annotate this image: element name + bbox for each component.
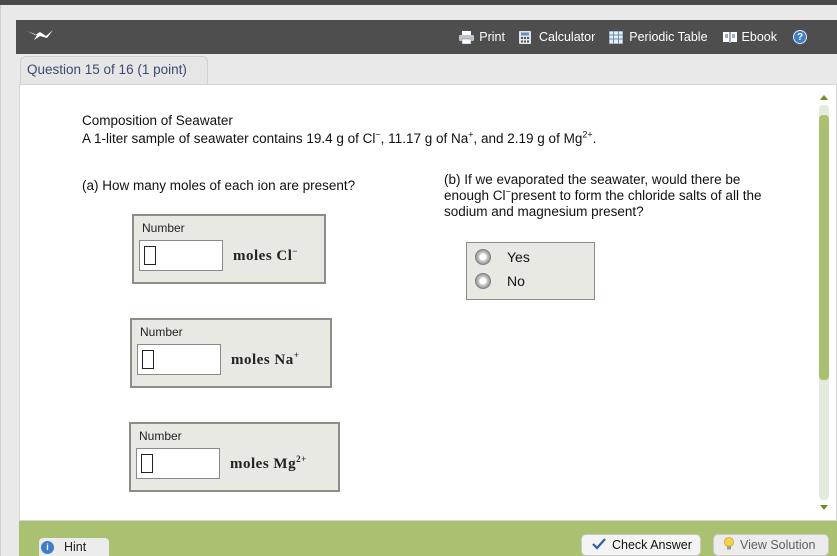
statement-prefix: A 1-liter sample of seawater contains 19… bbox=[82, 131, 376, 146]
hint-label: Hint bbox=[64, 540, 87, 554]
sodium-unit-charge: + bbox=[293, 350, 300, 360]
periodic-table-label: Periodic Table bbox=[629, 30, 708, 44]
view-solution-label: View Solution bbox=[740, 538, 816, 552]
scroll-up-arrow-icon[interactable] bbox=[820, 95, 828, 100]
check-answer-label: Check Answer bbox=[612, 538, 692, 552]
sodium-unit: moles Na+ bbox=[231, 350, 300, 369]
periodic-table-button[interactable]: Periodic Table bbox=[608, 30, 708, 44]
statement-mid-1: , 11.17 g of Na bbox=[380, 131, 469, 146]
chloride-unit-text: moles Cl bbox=[233, 248, 293, 264]
ebook-button[interactable]: Ebook bbox=[722, 30, 777, 44]
radio-button[interactable] bbox=[475, 273, 491, 289]
help-glyph: ? bbox=[796, 31, 804, 43]
magnesium-unit-charge: 2+ bbox=[296, 454, 307, 464]
book-icon bbox=[722, 31, 737, 44]
printer-icon bbox=[459, 30, 475, 44]
check-answer-button[interactable]: Check Answer bbox=[581, 534, 701, 556]
magnesium-answer-box: Number moles Mg2+ bbox=[129, 422, 340, 492]
part-a-prompt: (a) How many moles of each ion are prese… bbox=[82, 178, 356, 193]
number-label: Number bbox=[142, 221, 185, 235]
choice-yes[interactable]: Yes bbox=[475, 249, 530, 265]
input-cursor-marker bbox=[144, 246, 156, 265]
bottom-action-bar: i Hint Check Answer View Solution bbox=[19, 521, 837, 556]
question-tab-label: Question 15 of 16 (1 point) bbox=[27, 62, 187, 77]
calculator-button[interactable]: Calculator bbox=[518, 30, 596, 44]
choice-yes-label: Yes bbox=[507, 249, 530, 265]
question-statement: A 1-liter sample of seawater contains 19… bbox=[82, 129, 597, 146]
question-title: Composition of Seawater bbox=[82, 113, 233, 128]
scroll-down-arrow-icon[interactable] bbox=[820, 505, 828, 510]
chloride-answer-box: Number moles Cl− bbox=[132, 214, 326, 284]
mg-charge: 2+ bbox=[582, 129, 593, 140]
view-solution-button[interactable]: View Solution bbox=[713, 534, 829, 556]
number-label: Number bbox=[140, 325, 183, 339]
scroll-thumb[interactable] bbox=[819, 115, 829, 380]
help-icon[interactable]: ? bbox=[793, 30, 807, 44]
print-button[interactable]: Print bbox=[459, 30, 505, 44]
chloride-unit-charge: − bbox=[292, 246, 299, 256]
hint-button[interactable]: i Hint bbox=[39, 538, 109, 556]
lightbulb-icon bbox=[723, 536, 735, 554]
info-icon: i bbox=[41, 540, 54, 554]
question-panel: Composition of Seawater A 1-liter sample… bbox=[19, 84, 837, 521]
sodium-answer-box: Number moles Na+ bbox=[130, 318, 332, 388]
input-cursor-marker bbox=[141, 454, 153, 473]
part-b-prompt: (b) If we evaporated the seawater, would… bbox=[444, 172, 779, 220]
choice-no-label: No bbox=[507, 273, 525, 289]
periodic-table-icon bbox=[608, 30, 624, 44]
number-label: Number bbox=[139, 429, 182, 443]
magnesium-unit-text: moles Mg bbox=[230, 456, 297, 472]
chloride-unit: moles Cl− bbox=[233, 246, 299, 265]
calculator-icon bbox=[518, 30, 534, 44]
choice-no[interactable]: No bbox=[475, 273, 525, 289]
calculator-label: Calculator bbox=[538, 30, 596, 44]
hint-glyph: i bbox=[46, 542, 49, 552]
input-cursor-marker bbox=[142, 350, 154, 369]
vertical-scrollbar[interactable] bbox=[818, 95, 830, 510]
top-toolbar: Print Calculator Periodic Table Ebook ? bbox=[16, 20, 837, 54]
magnesium-unit: moles Mg2+ bbox=[230, 454, 307, 473]
statement-end: . bbox=[592, 131, 597, 146]
sodium-unit-text: moles Na bbox=[231, 352, 294, 368]
bird-logo-icon bbox=[26, 28, 54, 47]
print-label: Print bbox=[479, 30, 505, 44]
question-tab: Question 15 of 16 (1 point) bbox=[20, 56, 208, 84]
toolbar-links: Print Calculator Periodic Table Ebook ? bbox=[459, 20, 807, 54]
ebook-label: Ebook bbox=[741, 30, 777, 44]
yes-no-choice-group: Yes No bbox=[466, 242, 595, 300]
radio-button[interactable] bbox=[475, 249, 491, 265]
statement-mid-2: , and 2.19 g of Mg bbox=[473, 131, 583, 146]
checkmark-icon bbox=[592, 537, 606, 553]
